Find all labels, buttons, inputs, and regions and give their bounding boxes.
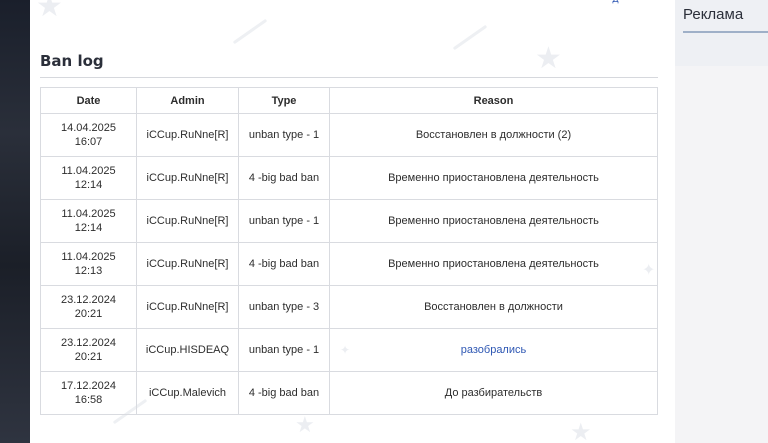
admin-cell: iCCup.Malevich	[136, 371, 239, 415]
column-header-admin: Admin	[136, 87, 239, 114]
table-header-row: Date Admin Type Reason	[40, 87, 658, 114]
type-cell: unban type - 1	[238, 199, 330, 243]
reason-cell: Восстановлен в должности	[329, 285, 658, 329]
main-content: ★ ★ ★ ★ ✦ ✦ д Ban log Date Admin Type Re…	[30, 0, 675, 443]
admin-cell: iCCup.RuNne[R]	[136, 113, 239, 157]
date-value: 23.12.2024	[60, 294, 117, 306]
column-header-date: Date	[40, 87, 137, 114]
ad-title: Реклама	[683, 6, 744, 23]
column-header-reason: Reason	[329, 87, 658, 114]
table-row: 11.04.2025 12:14 iCCup.RuNne[R] unban typ…	[40, 199, 658, 243]
date-cell: 11.04.2025 12:14	[40, 156, 137, 200]
reason-cell: разобрались	[329, 328, 658, 372]
time-value: 12:14	[74, 222, 103, 234]
star-decoration: ★	[36, 0, 63, 24]
background-art	[0, 0, 30, 443]
table-row: 23.12.2024 20:21 iCCup.RuNne[R] unban typ…	[40, 285, 658, 329]
type-cell: 4 -big bad ban	[238, 242, 330, 286]
admin-cell: iCCup.RuNne[R]	[136, 285, 239, 329]
ban-log-table: Date Admin Type Reason 14.04.2025 16:07 i…	[40, 87, 658, 415]
reason-cell: Восстановлен в должности (2)	[329, 113, 658, 157]
type-cell: 4 -big bad ban	[238, 371, 330, 415]
time-value: 12:14	[74, 179, 103, 191]
date-value: 11.04.2025	[61, 251, 116, 263]
date-cell: 11.04.2025 12:14	[40, 199, 137, 243]
ad-panel: Реклама	[675, 0, 768, 66]
reason-cell: Временно приостановлена деятельность	[329, 199, 658, 243]
admin-cell: iCCup.RuNne[R]	[136, 199, 239, 243]
star-decoration: ★	[535, 41, 562, 76]
type-cell: unban type - 1	[238, 328, 330, 372]
date-cell: 14.04.2025 16:07	[40, 113, 137, 157]
admin-cell: iCCup.RuNne[R]	[136, 156, 239, 200]
reason-link[interactable]: разобрались	[461, 344, 526, 356]
reason-cell: До разбирательств	[329, 371, 658, 415]
table-row: 14.04.2025 16:07 iCCup.RuNne[R] unban typ…	[40, 113, 658, 157]
date-cell: 11.04.2025 12:13	[40, 242, 137, 286]
date-cell: 23.12.2024 20:21	[40, 328, 137, 372]
star-decoration: ★	[295, 413, 315, 438]
ad-title-underline	[683, 31, 768, 33]
admin-cell: iCCup.RuNne[R]	[136, 242, 239, 286]
top-link[interactable]: д	[612, 0, 619, 5]
table-row: 11.04.2025 12:14 iCCup.RuNne[R] 4 -big ba…	[40, 156, 658, 200]
date-cell: 17.12.2024 16:58	[40, 371, 137, 415]
streak-decoration	[452, 24, 488, 51]
ban-log-title: Ban log	[40, 52, 104, 70]
reason-cell: Временно приостановлена деятельность	[329, 242, 658, 286]
date-value: 17.12.2024	[60, 380, 117, 392]
date-value: 11.04.2025	[61, 165, 116, 177]
date-value: 14.04.2025	[60, 122, 117, 134]
date-value: 23.12.2024	[60, 337, 117, 349]
title-divider	[40, 77, 658, 78]
table-row: 23.12.2024 20:21 iCCup.HISDEAQ unban type…	[40, 328, 658, 372]
reason-cell: Временно приостановлена деятельность	[329, 156, 658, 200]
column-header-type: Type	[238, 87, 330, 114]
time-value: 16:58	[74, 394, 103, 406]
star-decoration: ★	[570, 418, 592, 443]
time-value: 20:21	[74, 308, 103, 320]
date-value: 11.04.2025	[61, 208, 116, 220]
table-row: 17.12.2024 16:58 iCCup.Malevich 4 -big ba…	[40, 371, 658, 415]
table-row: 11.04.2025 12:13 iCCup.RuNne[R] 4 -big ba…	[40, 242, 658, 286]
time-value: 16:07	[74, 136, 103, 148]
date-cell: 23.12.2024 20:21	[40, 285, 137, 329]
time-value: 12:13	[74, 265, 103, 277]
type-cell: unban type - 3	[238, 285, 330, 329]
admin-cell: iCCup.HISDEAQ	[136, 328, 239, 372]
time-value: 20:21	[74, 351, 103, 363]
type-cell: 4 -big bad ban	[238, 156, 330, 200]
type-cell: unban type - 1	[238, 113, 330, 157]
streak-decoration	[232, 18, 268, 45]
